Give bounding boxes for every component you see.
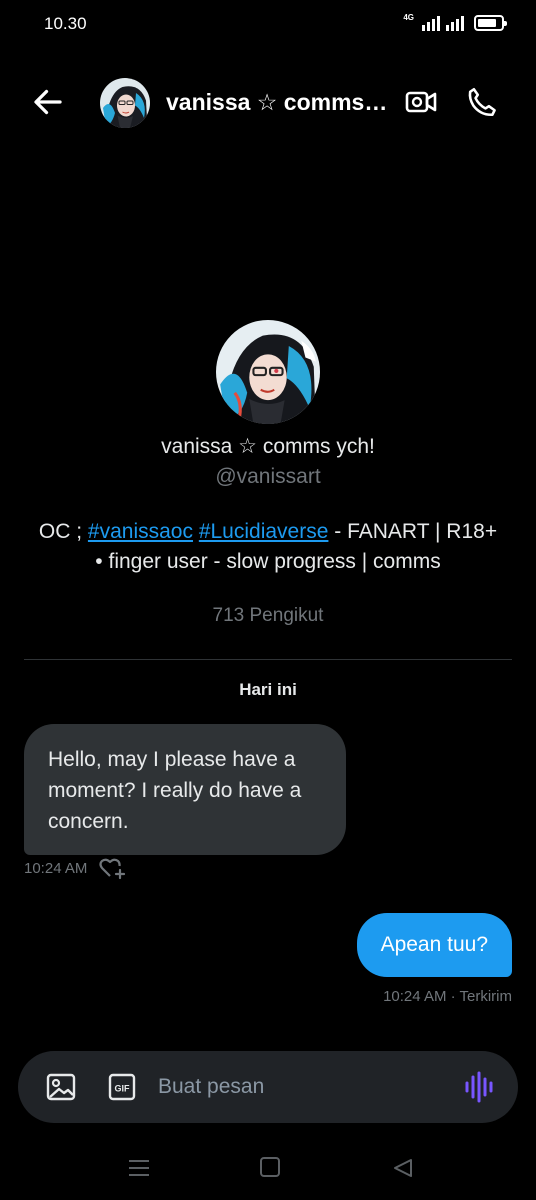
- profile-name: vanissa ☆ comms ych!: [161, 435, 375, 458]
- status-bar: 10.30 4G: [0, 0, 536, 48]
- menu-icon[interactable]: [128, 1158, 150, 1178]
- conversation-header: vanissa ☆ comms ych!: [0, 70, 536, 134]
- sent-message[interactable]: Apean tuu?: [356, 913, 512, 977]
- phone-icon[interactable]: [464, 84, 500, 120]
- header-avatar[interactable]: [100, 78, 150, 128]
- profile-bio: OC ; #vanissaoc #Lucidiaverse - FANART |…: [38, 517, 498, 577]
- message-input[interactable]: [158, 1073, 448, 1101]
- signal-icon-2: [446, 13, 464, 31]
- hashtag-lucidiaverse[interactable]: #Lucidiaverse: [199, 520, 329, 543]
- status-time: 10.30: [44, 14, 87, 33]
- day-separator: Hari ini: [239, 680, 297, 699]
- message-composer: GIF: [18, 1051, 518, 1123]
- battery-level: [478, 19, 496, 27]
- system-navbar: [0, 1140, 536, 1200]
- divider: [24, 659, 512, 660]
- voice-icon[interactable]: [464, 1071, 494, 1103]
- react-heart-icon[interactable]: [99, 856, 127, 880]
- header-title[interactable]: vanissa ☆ comms ych!: [166, 89, 388, 116]
- signal-icon: [422, 13, 440, 31]
- gif-icon[interactable]: GIF: [108, 1073, 136, 1101]
- video-call-icon[interactable]: [404, 84, 440, 120]
- profile-avatar[interactable]: [216, 320, 320, 424]
- profile-followers: 713 Pengikut: [212, 605, 324, 626]
- received-message-meta: 10:24 AM: [24, 856, 127, 880]
- hashtag-vanissaoc[interactable]: #vanissaoc: [88, 520, 193, 543]
- image-icon[interactable]: [46, 1073, 76, 1101]
- status-icons: 4G: [403, 13, 507, 31]
- received-message[interactable]: Hello, may I please have a moment? I rea…: [24, 724, 346, 855]
- nav-back-icon[interactable]: [392, 1157, 414, 1179]
- bio-prefix: OC ;: [38, 520, 88, 543]
- received-message-time: 10:24 AM: [24, 859, 88, 877]
- gif-label: GIF: [115, 1084, 131, 1094]
- back-arrow-icon[interactable]: [30, 84, 66, 120]
- sent-message-meta: 10:24 AM · Terkirim: [383, 988, 512, 1005]
- profile-handle: @vanissart: [215, 465, 321, 488]
- profile-card: vanissa ☆ comms ych! @vanissart OC ; #va…: [0, 320, 536, 627]
- home-icon[interactable]: [260, 1157, 280, 1177]
- network-type: 4G: [403, 13, 414, 22]
- battery-icon: [474, 15, 507, 31]
